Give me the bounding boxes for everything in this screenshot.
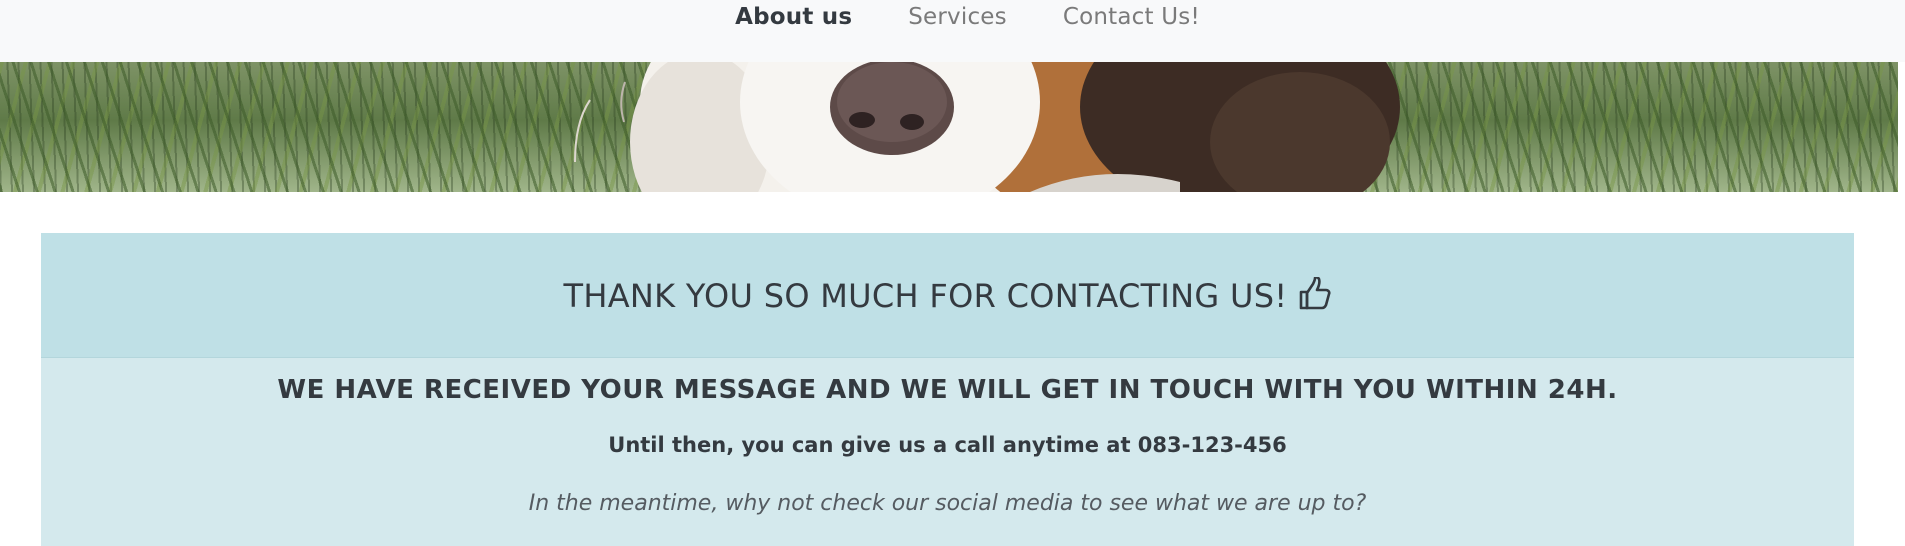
thank-you-title: THANK YOU SO MUCH FOR CONTACTING US! <box>564 275 1332 315</box>
hero-dog-image <box>0 62 1898 192</box>
thank-you-title-text: THANK YOU SO MUCH FOR CONTACTING US! <box>563 277 1288 315</box>
nav-link-services[interactable]: Services <box>908 2 1007 32</box>
confirmation-panel: THANK YOU SO MUCH FOR CONTACTING US! WE … <box>41 233 1854 546</box>
social-media-text: In the meantime, why not check our socia… <box>528 491 1367 516</box>
page: About us Services Contact Us! THANK YOU … <box>0 0 1905 546</box>
call-us-text: Until then, you can give us a call anyti… <box>608 433 1287 457</box>
nav-link-about-us[interactable]: About us <box>735 2 852 32</box>
thumbs-up-icon <box>1297 276 1331 311</box>
nav-links: About us Services Contact Us! <box>705 2 1200 32</box>
dog-photo-illustration <box>574 62 1400 192</box>
confirmation-header: THANK YOU SO MUCH FOR CONTACTING US! <box>41 233 1854 358</box>
nav-link-contact-us[interactable]: Contact Us! <box>1063 2 1200 32</box>
navbar: About us Services Contact Us! <box>0 0 1905 62</box>
hero-right-edge <box>1898 62 1905 192</box>
message-received-text: WE HAVE RECEIVED YOUR MESSAGE AND WE WIL… <box>277 375 1618 405</box>
